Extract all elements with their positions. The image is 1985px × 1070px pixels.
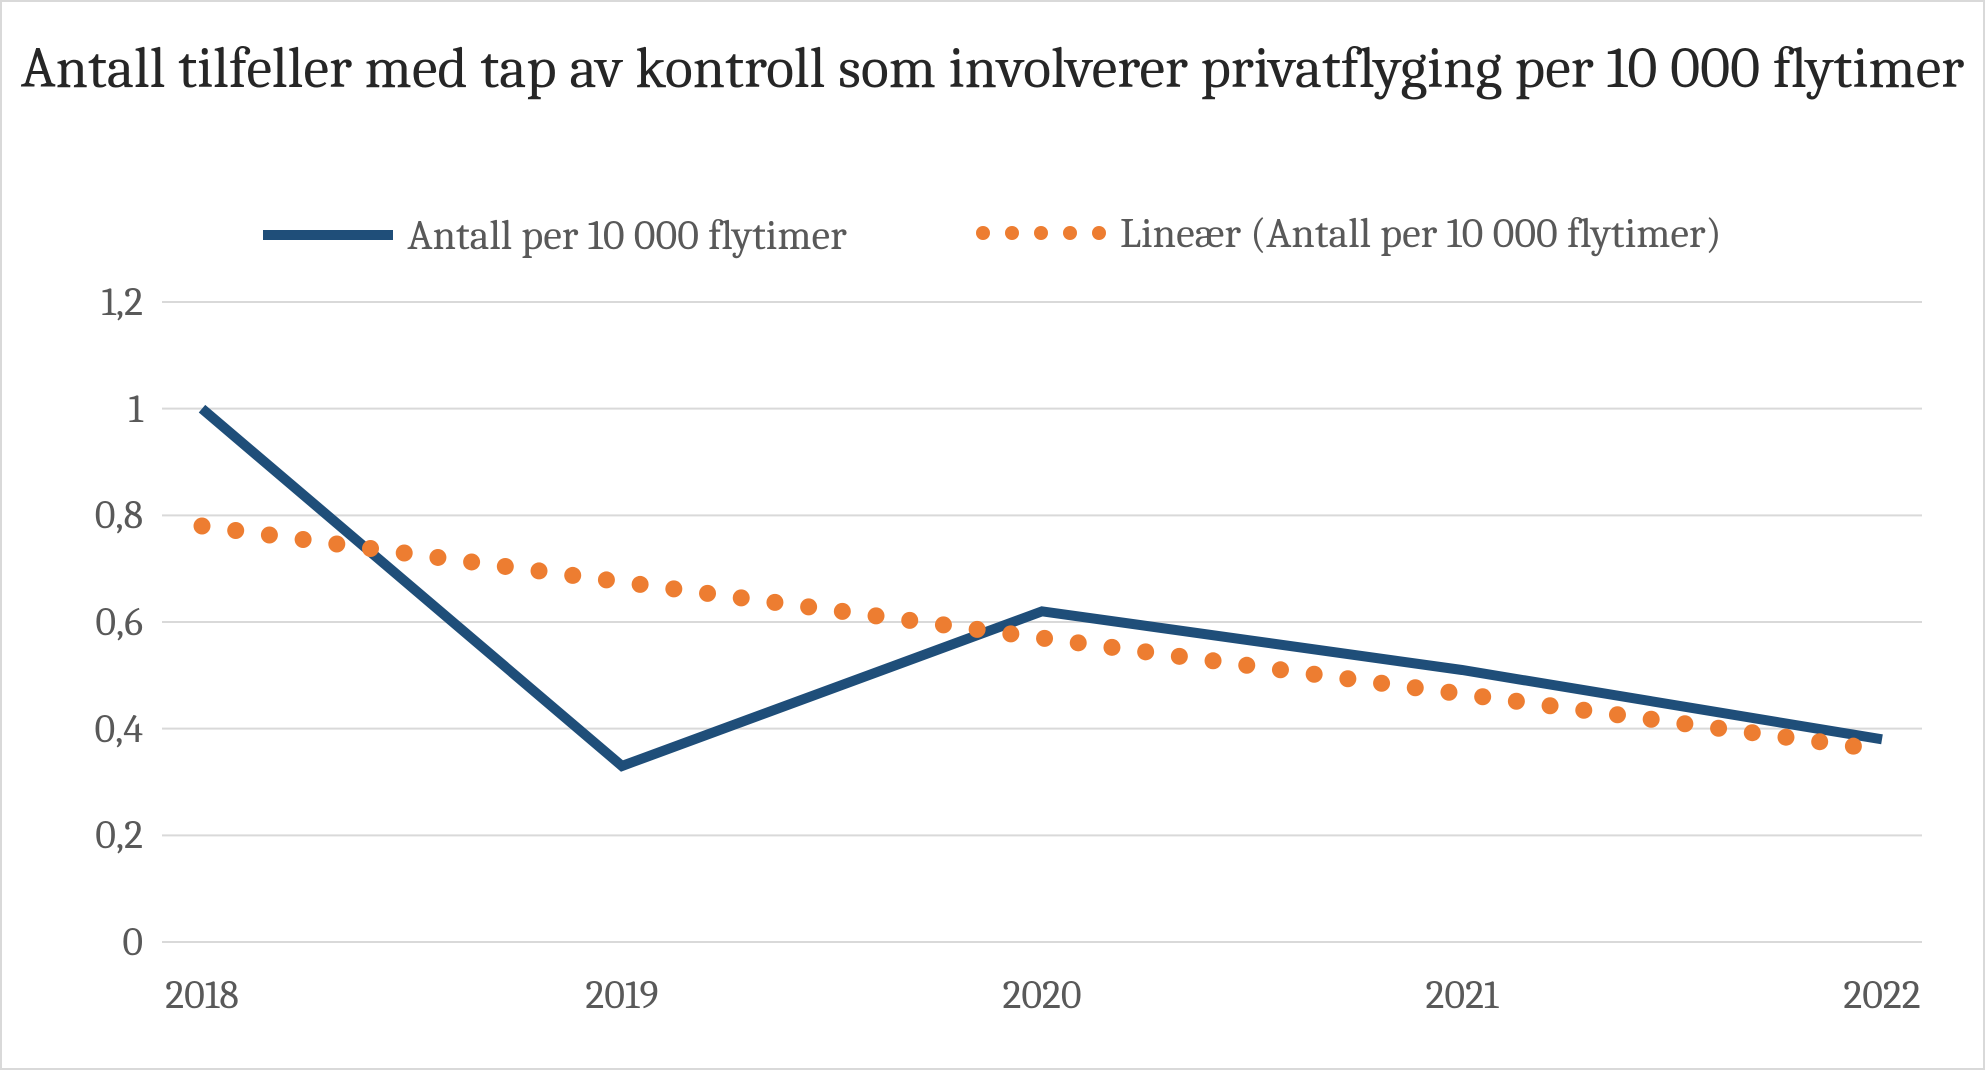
chart-title: Antall tilfeller med tap av kontroll som…: [2, 36, 1983, 103]
legend-label: Antall per 10 000 flytimer: [407, 211, 846, 260]
legend-swatch-solid-line: [263, 230, 393, 240]
x-axis-tick-label: 2018: [165, 972, 238, 1018]
y-axis-tick-label: 0,2: [23, 812, 143, 858]
legend-item-series-2: Lineær (Antall per 10 000 flytimer): [976, 209, 1722, 258]
legend-item-series-1: Antall per 10 000 flytimer: [263, 211, 846, 260]
legend-label: Lineær (Antall per 10 000 flytimer): [1120, 209, 1722, 258]
y-axis-tick-label: 1: [23, 386, 143, 432]
y-axis-tick-label: 0,4: [23, 706, 143, 752]
y-axis-tick-label: 0,6: [23, 599, 143, 645]
plot-area: [162, 302, 1922, 942]
legend-swatch-dotted-line: [976, 226, 1106, 240]
x-axis-tick-label: 2019: [585, 972, 658, 1018]
y-axis-tick-label: 0: [23, 919, 143, 965]
y-axis-tick-label: 0,8: [23, 492, 143, 538]
plot-svg: [162, 302, 1922, 942]
x-axis-tick-label: 2022: [1843, 972, 1920, 1018]
y-axis-tick-label: 1,2: [23, 279, 143, 325]
x-axis-tick-label: 2021: [1426, 972, 1499, 1018]
chart-frame: Antall tilfeller med tap av kontroll som…: [0, 0, 1985, 1070]
x-axis-tick-label: 2020: [1002, 972, 1081, 1018]
chart-legend: Antall per 10 000 flytimer Lineær (Antal…: [2, 202, 1983, 260]
